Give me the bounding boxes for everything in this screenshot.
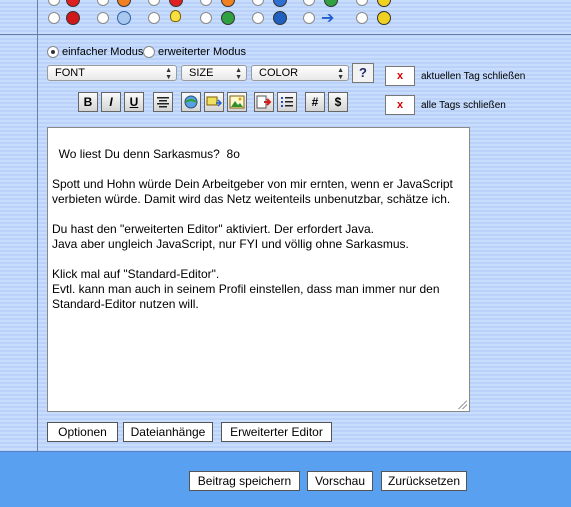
close-current-tag-button[interactable]: x [385,66,415,86]
advanced-mode-radio[interactable] [143,46,155,58]
smiley-blue-icon [273,0,287,7]
smiley-red-icon [169,0,183,7]
help-cursor-icon: ? [359,65,367,80]
simple-mode-label[interactable]: einfacher Modus [62,46,143,58]
underline-icon: U [129,95,139,109]
options-button[interactable]: Optionen [47,422,118,442]
close-all-tags-label: alle Tags schließen [421,100,506,111]
close-current-tag-label: aktuellen Tag schließen [421,71,526,82]
dollar-icon: $ [334,95,342,109]
font-select-value: FONT [55,67,85,79]
color-select-value: COLOR [259,67,299,79]
smiley-red-angry-icon [66,11,80,25]
bold-icon: B [83,95,93,109]
help-cursor-button[interactable]: ? [352,63,374,83]
smiley-radio[interactable] [356,0,368,6]
smiley-radio[interactable] [200,12,212,24]
smiley-radio[interactable] [303,12,315,24]
color-select[interactable]: COLOR ▲ ▼ [251,65,349,81]
italic-button[interactable]: I [101,92,121,112]
image-icon [229,95,245,109]
advanced-editor-button[interactable]: Erweiterter Editor [221,422,332,442]
top-divider [0,34,571,35]
left-divider [37,0,38,452]
smiley-yellow-grin-icon [377,11,391,25]
post-textarea[interactable]: Wo liest Du denn Sarkasmus? 8o Spott und… [47,127,470,412]
list-button[interactable] [277,92,297,112]
smiley-radio[interactable] [252,12,264,24]
smiley-radio[interactable] [48,12,60,24]
bold-button[interactable]: B [78,92,98,112]
smiley-radio[interactable] [97,0,109,6]
align-center-icon [157,97,169,108]
insert-image-button[interactable] [227,92,247,112]
smiley-blue-question-icon [273,11,287,25]
align-center-button[interactable] [153,92,173,112]
simple-mode-radio[interactable] [47,46,59,58]
select-arrows-icon: ▲ ▼ [235,67,242,81]
insert-link-button[interactable] [181,92,201,112]
smiley-radio[interactable] [148,12,160,24]
code-hash-button[interactable]: # [305,92,325,112]
list-icon [281,97,293,107]
italic-icon: I [109,95,113,109]
smiley-radio[interactable] [356,12,368,24]
smiley-radio[interactable] [200,0,212,6]
smiley-radio[interactable] [48,0,60,6]
quote-arrow-icon [256,95,272,109]
preview-button[interactable]: Vorschau [307,471,373,491]
close-x-icon: x [396,70,404,82]
reset-button[interactable]: Zurücksetzen [381,471,467,491]
dollar-button[interactable]: $ [328,92,348,112]
resize-handle-icon[interactable] [458,400,467,409]
globe-link-icon [184,95,198,109]
smiley-green-teeth-icon [221,11,235,25]
arrow-right-icon: ➔ [321,10,335,27]
underline-button[interactable]: U [124,92,144,112]
smiley-red-icon [66,0,80,7]
smiley-blue-face-icon [117,11,131,25]
smiley-radio[interactable] [148,0,160,6]
smiley-radio[interactable] [303,0,315,6]
save-post-button[interactable]: Beitrag speichern [189,471,300,491]
smiley-radio[interactable] [97,12,109,24]
select-arrows-icon: ▲ ▼ [165,67,172,81]
hash-icon: # [311,95,319,109]
insert-email-button[interactable] [204,92,224,112]
attachments-button[interactable]: Dateianhänge [123,422,213,442]
size-select[interactable]: SIZE ▲ ▼ [181,65,247,81]
email-icon [206,96,223,107]
lightbulb-icon [170,10,181,22]
post-text: Wo liest Du denn Sarkasmus? 8o Spott und… [52,147,453,311]
close-x-icon: x [396,99,404,111]
smiley-radio[interactable] [252,0,264,6]
advanced-mode-label[interactable]: erweiterter Modus [158,46,246,58]
size-select-value: SIZE [189,67,214,79]
smiley-orange-icon [221,0,235,7]
close-all-tags-button[interactable]: x [385,95,415,115]
font-select[interactable]: FONT ▲ ▼ [47,65,177,81]
insert-quote-button[interactable] [254,92,274,112]
smiley-orange-icon [117,0,131,7]
smiley-green-icon [324,0,338,7]
smiley-yellow-icon [377,0,391,7]
select-arrows-icon: ▲ ▼ [337,67,344,81]
